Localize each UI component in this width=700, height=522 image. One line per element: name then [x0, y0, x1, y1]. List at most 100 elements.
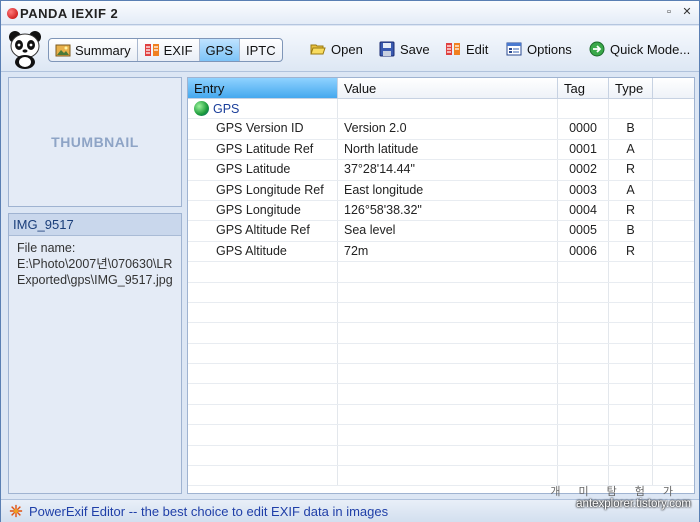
- open-button[interactable]: Open: [310, 38, 363, 60]
- column-header-entry[interactable]: Entry: [188, 78, 338, 98]
- group-filler-cell: [653, 99, 694, 118]
- filler-cell: [653, 201, 694, 220]
- restore-button[interactable]: ▫: [661, 4, 677, 20]
- empty-row: [188, 323, 694, 344]
- title-bar[interactable]: PANDA IEXIF 2 ▫ ✕: [1, 1, 699, 25]
- table-row-group[interactable]: GPS: [188, 99, 694, 120]
- group-cell: GPS: [188, 99, 338, 119]
- file-info-title: IMG_9517: [9, 214, 181, 236]
- entry-cell: GPS Longitude Ref: [188, 180, 338, 200]
- value-cell: 126°58'38.32": [338, 200, 558, 221]
- toolbar: Summary EXIF GPS IPTC Open Save Edit Opt…: [1, 26, 699, 72]
- table-row[interactable]: GPS Longitude Ref East longitude 0003 A: [188, 180, 694, 201]
- value-cell: East longitude: [338, 180, 558, 200]
- empty-cell: [653, 344, 694, 363]
- table-row[interactable]: GPS Altitude 72m 0006 R: [188, 241, 694, 263]
- empty-cell: [558, 364, 609, 384]
- type-cell: A: [609, 180, 653, 200]
- empty-cell: [609, 445, 653, 466]
- type-cell: A: [609, 139, 653, 160]
- empty-cell: [558, 404, 609, 425]
- empty-cell: [653, 364, 694, 383]
- column-header-value[interactable]: Value: [338, 78, 558, 98]
- empty-cell: [188, 425, 338, 445]
- quick-mode-button[interactable]: Quick Mode...: [589, 38, 690, 60]
- empty-cell: [558, 302, 609, 323]
- quick-mode-label: Quick Mode...: [610, 41, 691, 57]
- value-cell: Sea level: [338, 221, 558, 241]
- empty-cell: [188, 323, 338, 343]
- edit-icon: [446, 43, 460, 55]
- tag-cell: 0006: [558, 241, 609, 262]
- empty-cell: [188, 445, 338, 466]
- empty-cell: [609, 323, 653, 343]
- empty-cell: [558, 262, 609, 282]
- globe-icon: [194, 101, 209, 117]
- edit-label: Edit: [466, 41, 489, 57]
- empty-row: [188, 425, 694, 446]
- status-text: PowerExif Editor -- the best choice to e…: [29, 503, 389, 519]
- empty-cell: [609, 343, 653, 364]
- empty-cell: [338, 466, 558, 486]
- exif-table: Entry Value Tag Type GPS GPS Version ID V…: [187, 77, 695, 494]
- filler-cell: [653, 119, 694, 138]
- file-name-label: File name:: [17, 241, 76, 255]
- file-path: E:\Photo\2007년\070630\LRExported\gps\IMG…: [17, 257, 173, 287]
- edit-button[interactable]: Edit: [445, 38, 488, 60]
- type-cell: R: [609, 160, 653, 180]
- empty-cell: [188, 364, 338, 384]
- table-row[interactable]: GPS Latitude Ref North latitude 0001 A: [188, 139, 694, 161]
- empty-cell: [188, 282, 338, 302]
- column-header-type[interactable]: Type: [609, 78, 653, 98]
- tab-exif[interactable]: EXIF: [138, 39, 200, 61]
- thumbnail-label: THUMBNAIL: [51, 134, 139, 150]
- table-row[interactable]: GPS Version ID Version 2.0 0000 B: [188, 119, 694, 140]
- filler-cell: [653, 181, 694, 200]
- empty-row: [188, 384, 694, 405]
- tag-cell: 0003: [558, 180, 609, 200]
- watermark-line1: 개미탐험가: [550, 486, 691, 498]
- filler-cell: [653, 221, 694, 240]
- column-header-filler: [653, 78, 694, 98]
- table-header: Entry Value Tag Type: [188, 78, 694, 99]
- save-label: Save: [400, 41, 430, 57]
- empty-row: [188, 282, 694, 303]
- summary-icon: [55, 44, 71, 57]
- table-row[interactable]: GPS Altitude Ref Sea level 0005 B: [188, 221, 694, 242]
- empty-cell: [653, 405, 694, 424]
- save-button[interactable]: Save: [379, 38, 430, 60]
- tab-iptc[interactable]: IPTC: [240, 39, 282, 61]
- empty-cell: [338, 404, 558, 425]
- empty-cell: [558, 282, 609, 302]
- empty-cell: [188, 302, 338, 323]
- app-window: PANDA IEXIF 2 ▫ ✕ Summary EXIF GPS IPTC …: [0, 0, 700, 522]
- table-row[interactable]: GPS Latitude 37°28'14.44" 0002 R: [188, 160, 694, 181]
- empty-cell: [609, 302, 653, 323]
- empty-cell: [653, 466, 694, 485]
- tab-gps[interactable]: GPS: [199, 39, 240, 61]
- empty-row: [188, 445, 694, 467]
- options-label: Options: [527, 41, 572, 57]
- empty-cell: [609, 262, 653, 282]
- options-button[interactable]: Options: [506, 38, 572, 60]
- close-button[interactable]: ✕: [679, 4, 695, 20]
- value-cell: 72m: [338, 241, 558, 262]
- empty-cell: [338, 445, 558, 466]
- empty-cell: [609, 466, 653, 486]
- empty-cell: [338, 425, 558, 445]
- empty-cell: [609, 364, 653, 384]
- empty-cell: [609, 282, 653, 302]
- options-icon: [506, 42, 522, 56]
- value-cell: North latitude: [338, 139, 558, 160]
- entry-cell: GPS Altitude: [188, 241, 338, 262]
- filler-cell: [653, 160, 694, 179]
- type-cell: B: [609, 119, 653, 139]
- table-row[interactable]: GPS Longitude 126°58'38.32" 0004 R: [188, 200, 694, 222]
- empty-cell: [188, 404, 338, 425]
- tab-summary-label: Summary: [75, 42, 131, 58]
- tab-summary[interactable]: Summary: [49, 39, 138, 61]
- column-header-tag[interactable]: Tag: [558, 78, 609, 98]
- empty-cell: [338, 343, 558, 364]
- folder-open-icon: [310, 44, 326, 55]
- empty-cell: [338, 364, 558, 384]
